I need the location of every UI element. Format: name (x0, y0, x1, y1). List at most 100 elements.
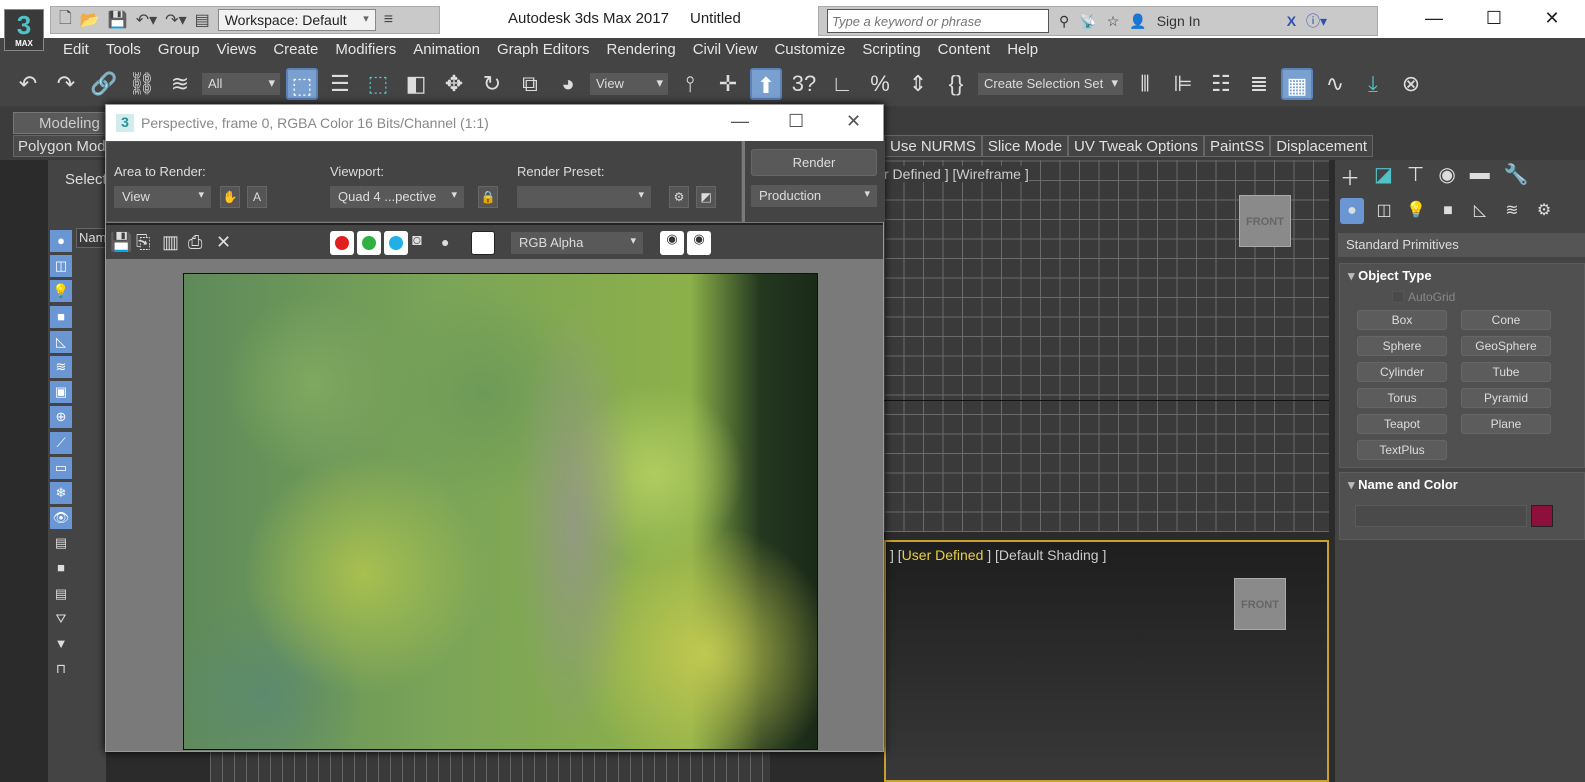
rw-maximize-button[interactable]: ☐ (788, 111, 804, 132)
named-selection-set-dropdown[interactable]: Create Selection Set (978, 73, 1123, 95)
menu-views[interactable]: Views (217, 38, 269, 62)
shapes-filter-icon[interactable]: ◫ (50, 255, 72, 278)
ribbon-toggle-icon[interactable]: ▦ (1281, 68, 1313, 100)
lock-icon[interactable]: 🔒 (478, 186, 498, 208)
menu-help[interactable]: Help (1007, 38, 1050, 62)
rw-minimize-button[interactable]: — (731, 111, 749, 132)
helpers-icon[interactable]: ◺ (1468, 198, 1492, 224)
xrefs-filter-icon[interactable]: ⊕ (50, 406, 72, 429)
close-button[interactable]: ✕ (1537, 8, 1567, 29)
exchange-icon[interactable]: X (1287, 13, 1296, 29)
viewport-bottom-right[interactable] (884, 540, 1329, 782)
geosphere-button[interactable]: GeoSphere (1461, 336, 1551, 356)
create-tab-icon[interactable]: ＋ (1340, 162, 1360, 191)
systems-icon[interactable]: ⚙ (1532, 198, 1556, 224)
sign-in-button[interactable]: Sign In (1157, 13, 1277, 29)
menu-create[interactable]: Create (273, 38, 330, 62)
workspace-dropdown[interactable]: Workspace: Default (217, 9, 376, 31)
motion-tab-icon[interactable]: ◉ (1438, 162, 1455, 191)
sphere-button[interactable]: Sphere (1357, 336, 1447, 356)
unlink-icon[interactable]: ⛓ (126, 68, 158, 100)
ribbon-polygon-modeling[interactable]: Polygon Modeling (13, 135, 108, 157)
utilities-tab-icon[interactable]: 🔧 (1504, 162, 1529, 191)
textplus-button[interactable]: TextPlus (1357, 440, 1447, 460)
torus-button[interactable]: Torus (1357, 388, 1447, 408)
print-icon[interactable]: ⎙ (188, 232, 202, 253)
layer-explorer-icon[interactable]: ≣ (1243, 68, 1275, 100)
percent-snap-icon[interactable]: % (864, 68, 896, 100)
bones-filter-icon[interactable]: ⟋ (50, 431, 72, 454)
binoculars-icon[interactable]: ⚲ (1059, 13, 1069, 30)
satellite-icon[interactable]: 📡 (1079, 13, 1096, 30)
viewcube-bottom[interactable]: FRONT (1234, 578, 1286, 630)
manipulate-icon[interactable]: ✛ (712, 68, 744, 100)
menu-rendering[interactable]: Rendering (606, 38, 687, 62)
angle-snap-icon[interactable]: ∟ (826, 68, 858, 100)
project-icon[interactable]: ▤ (195, 10, 210, 30)
minimize-button[interactable]: — (1419, 8, 1449, 29)
monochrome-icon[interactable]: ● (441, 234, 449, 250)
redo-icon[interactable]: ↷ (50, 68, 82, 100)
maximize-button[interactable]: ☐ (1479, 8, 1509, 29)
schematic-view-icon[interactable]: ⤓ (1357, 68, 1389, 100)
clone-window-icon[interactable]: ▥ (162, 232, 179, 253)
scene-explorer-icon[interactable]: ☷ (1205, 68, 1237, 100)
customize-qat-icon[interactable]: ≡ (384, 11, 393, 29)
menu-civil-view[interactable]: Civil View (693, 38, 770, 62)
select-by-name-icon[interactable]: ☰ (324, 68, 356, 100)
green-channel-toggle[interactable] (357, 231, 381, 255)
menu-group[interactable]: Group (158, 38, 212, 62)
material-editor-icon[interactable]: ⊗ (1395, 68, 1427, 100)
object-type-header[interactable]: Object Type (1340, 264, 1584, 284)
modify-tab-icon[interactable]: ◪ (1374, 162, 1393, 191)
cameras-filter-icon[interactable]: ■ (50, 305, 72, 328)
viewcube[interactable]: FRONT (1239, 195, 1291, 247)
render-button[interactable]: Render (751, 149, 877, 176)
snap-3d-icon[interactable]: 3? (788, 68, 820, 100)
filter-icon[interactable]: ▼ (50, 633, 72, 655)
toggle-ui-overlay-icon[interactable]: ◉ (660, 231, 684, 255)
undo-icon[interactable]: ↶ (12, 68, 44, 100)
red-channel-toggle[interactable] (330, 231, 354, 255)
helpers-filter-icon[interactable]: ◺ (50, 330, 72, 353)
display-tab-icon[interactable]: ▬ (1470, 162, 1490, 191)
shapes-icon[interactable]: ◫ (1372, 198, 1396, 224)
undo-icon[interactable]: ↶▾ (136, 10, 157, 30)
pyramid-button[interactable]: Pyramid (1461, 388, 1551, 408)
cone-button[interactable]: Cone (1461, 310, 1551, 330)
viewport-label-bottom[interactable]: ] [User Defined ] [Default Shading ] (890, 547, 1106, 563)
bind-space-warp-icon[interactable]: ≋ (164, 68, 196, 100)
checkbox-icon[interactable] (1392, 291, 1404, 303)
copy-image-icon[interactable]: ⎘ (136, 232, 150, 253)
menu-tools[interactable]: Tools (106, 38, 153, 62)
container-icon[interactable]: ⊓ (50, 658, 72, 680)
containers-filter-icon[interactable]: ▭ (50, 456, 72, 479)
pivot-icon[interactable]: ⫯ (674, 68, 706, 100)
star-icon[interactable]: ☆ (1107, 13, 1120, 30)
align-icon[interactable]: ⊫ (1167, 68, 1199, 100)
hierarchy-tab-icon[interactable]: ⊤ (1407, 162, 1424, 191)
curve-editor-icon[interactable]: ∿ (1319, 68, 1351, 100)
space-warps-icon[interactable]: ≋ (1500, 198, 1524, 224)
scale-icon[interactable]: ⧉ (514, 68, 546, 100)
redo-icon[interactable]: ↷▾ (165, 10, 186, 30)
save-image-icon[interactable]: 💾 (110, 232, 132, 253)
object-color-swatch[interactable] (1531, 505, 1553, 527)
hidden-filter-icon[interactable]: 👁 (50, 507, 72, 530)
cylinder-button[interactable]: Cylinder (1357, 362, 1447, 382)
link-icon[interactable]: 🔗 (88, 68, 120, 100)
display-none-icon[interactable]: ■ (50, 557, 72, 579)
open-file-icon[interactable]: 📂 (80, 10, 100, 30)
new-file-icon[interactable]: 🗋 (59, 7, 72, 34)
toggle-ui-icon[interactable]: ◉ (687, 231, 711, 255)
paintss-button[interactable]: PaintSS (1204, 135, 1271, 157)
edit-named-sets-icon[interactable]: {} (940, 68, 972, 100)
uv-tweak-options-button[interactable]: UV Tweak Options (1068, 135, 1204, 157)
render-mode-dropdown[interactable]: Production (751, 185, 877, 207)
lights-icon[interactable]: 💡 (1404, 198, 1428, 224)
name-color-header[interactable]: Name and Color (1340, 473, 1584, 493)
viewport-label[interactable]: r Defined ] [Wireframe ] (884, 166, 1029, 182)
shading-label[interactable]: ] [Default Shading ] (987, 547, 1106, 563)
filter-settings-icon[interactable]: ⛛ (50, 608, 72, 630)
select-menu[interactable]: Select (65, 171, 107, 188)
